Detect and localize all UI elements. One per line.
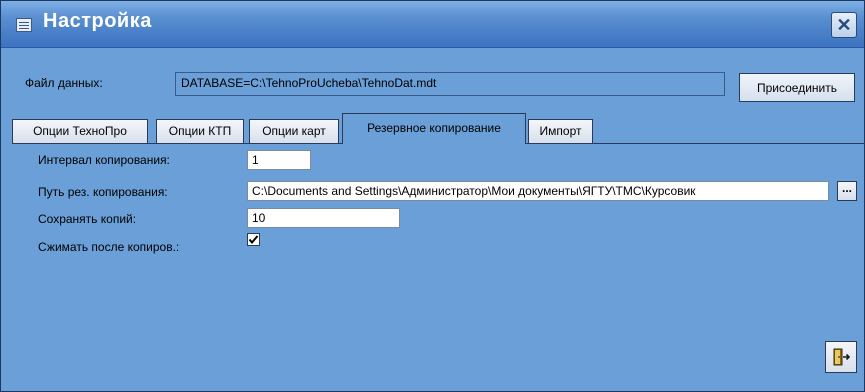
tab-options-technopro[interactable]: Опции ТехноПро: [12, 119, 148, 143]
exit-button[interactable]: [825, 341, 857, 373]
interval-input[interactable]: 1: [247, 150, 311, 170]
compress-label: Сжимать после копиров.:: [38, 240, 180, 254]
tab-import[interactable]: Импорт: [528, 119, 593, 143]
compress-checkbox[interactable]: [247, 233, 260, 246]
tab-options-ktp[interactable]: Опции КТП: [156, 119, 244, 143]
form-window-icon: [16, 18, 32, 32]
database-file-field: DATABASE=C:\TehnoProUcheba\TehnoDat.mdt: [175, 72, 725, 96]
exit-door-icon: [833, 348, 850, 366]
window-title: Настройка: [43, 10, 152, 32]
checkmark-icon: [248, 235, 259, 245]
backup-path-input[interactable]: C:\Documents and Settings\Администратор\…: [247, 181, 829, 201]
copies-input[interactable]: 10: [247, 208, 400, 228]
database-label: Файл данных:: [25, 76, 103, 90]
close-button[interactable]: ✕: [831, 12, 857, 38]
backup-panel: [12, 143, 865, 379]
tab-options-cards[interactable]: Опции карт: [249, 119, 339, 143]
attach-button[interactable]: Присоединить: [739, 73, 855, 102]
copies-label: Сохранять копий:: [38, 212, 137, 226]
close-icon: ✕: [836, 15, 852, 35]
backup-path-label: Путь рез. копирования:: [38, 185, 168, 199]
settings-window: Настройка ✕ Файл данных: DATABASE=C:\Teh…: [0, 0, 865, 392]
tab-backup[interactable]: Резервное копирование: [342, 113, 526, 144]
title-bar[interactable]: Настройка ✕: [1, 1, 864, 48]
interval-label: Интервал копирования:: [38, 153, 170, 167]
browse-button[interactable]: ...: [837, 181, 857, 201]
